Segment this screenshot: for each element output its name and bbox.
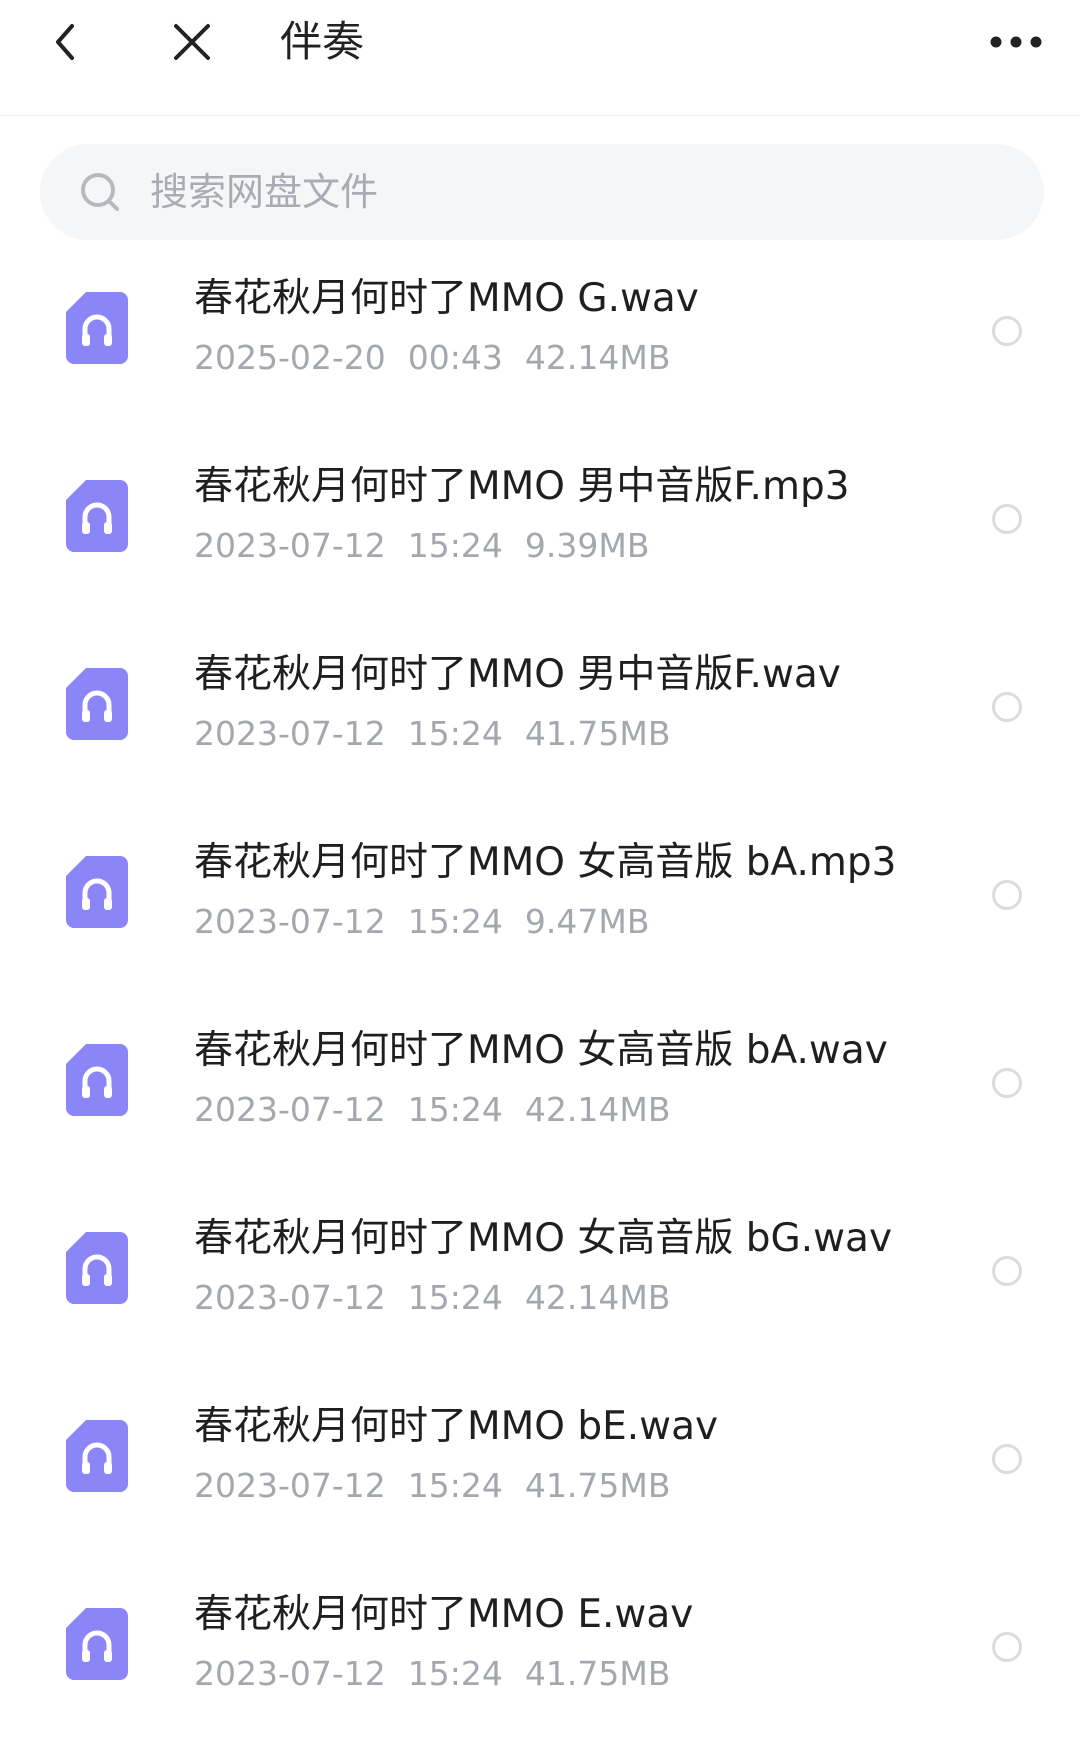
file-name: 春花秋月何时了MMO 女高音版 bA.mp3 [194, 840, 897, 885]
file-meta: 2023-07-12 15:24 41.75MB [194, 1464, 692, 1508]
audio-file-icon [66, 1608, 128, 1680]
file-date: 2023-07-12 [194, 714, 386, 753]
audio-file-icon [66, 1420, 128, 1492]
audio-file-icon [66, 856, 128, 928]
file-date: 2023-07-12 [194, 1090, 386, 1129]
file-list: 春花秋月何时了MMO G.wav 2025-02-20 00:43 42.14MB … [0, 240, 1080, 1744]
file-name: 春花秋月何时了MMO 女高音版 bG.wav [194, 1216, 893, 1261]
file-row[interactable]: 春花秋月何时了MMO 男中音版F.mp3 2023-07-12 15:24 9.39… [0, 428, 1080, 616]
file-name: 春花秋月何时了MMO G.wav [194, 276, 699, 321]
file-size: 42.14MB [524, 1090, 671, 1129]
file-name: 春花秋月何时了MMO 男中音版F.wav [194, 652, 841, 697]
file-meta: 2023-07-12 15:24 9.47MB [194, 900, 671, 944]
file-row[interactable]: 春花秋月何时了MMO E.wav 2023-07-12 15:24 41.75MB [0, 1556, 1080, 1744]
file-time: 15:24 [407, 1090, 503, 1129]
audio-file-icon [66, 1232, 128, 1304]
more-button[interactable] [976, 6, 1056, 78]
file-row[interactable]: 春花秋月何时了MMO 女高音版 bA.mp3 2023-07-12 15:24 9.… [0, 804, 1080, 992]
file-time: 15:24 [407, 1278, 503, 1317]
select-radio[interactable] [992, 880, 1022, 910]
select-radio[interactable] [992, 1632, 1022, 1662]
file-size: 41.75MB [524, 1466, 671, 1505]
chevron-left-icon [56, 24, 74, 60]
file-meta: 2023-07-12 15:24 9.39MB [194, 524, 671, 568]
file-name: 春花秋月何时了MMO bE.wav [194, 1404, 719, 1449]
search-input[interactable] [148, 161, 972, 223]
file-meta: 2023-07-12 15:24 42.14MB [194, 1088, 692, 1132]
search-icon [78, 170, 122, 214]
file-size: 41.75MB [524, 714, 671, 753]
file-time: 15:24 [407, 902, 503, 941]
close-icon [174, 24, 210, 60]
file-name: 春花秋月何时了MMO 女高音版 bA.wav [194, 1028, 888, 1073]
audio-file-icon [66, 292, 128, 364]
select-radio[interactable] [992, 316, 1022, 346]
close-button[interactable] [156, 6, 228, 78]
file-date: 2023-07-12 [194, 1466, 386, 1505]
file-date: 2023-07-12 [194, 526, 386, 565]
file-name: 春花秋月何时了MMO 男中音版F.mp3 [194, 464, 850, 509]
file-row[interactable]: 春花秋月何时了MMO 女高音版 bG.wav 2023-07-12 15:24 42… [0, 1180, 1080, 1368]
file-name: 春花秋月何时了MMO E.wav [194, 1592, 694, 1637]
file-date: 2025-02-20 [194, 338, 386, 377]
top-bar: 伴奏 [0, 0, 1080, 116]
file-meta: 2023-07-12 15:24 41.75MB [194, 1652, 692, 1696]
file-date: 2023-07-12 [194, 902, 386, 941]
file-meta: 2023-07-12 15:24 41.75MB [194, 712, 692, 756]
file-row[interactable]: 春花秋月何时了MMO 男中音版F.wav 2023-07-12 15:24 41.7… [0, 616, 1080, 804]
file-time: 15:24 [407, 1466, 503, 1505]
file-meta: 2025-02-20 00:43 42.14MB [194, 336, 692, 380]
page-title: 伴奏 [280, 17, 365, 66]
audio-file-icon [66, 1044, 128, 1116]
file-time: 15:24 [407, 526, 503, 565]
file-size: 9.47MB [524, 902, 650, 941]
select-radio[interactable] [992, 1444, 1022, 1474]
audio-file-icon [66, 480, 128, 552]
file-row[interactable]: 春花秋月何时了MMO G.wav 2025-02-20 00:43 42.14MB [0, 240, 1080, 428]
file-size: 41.75MB [524, 1654, 671, 1693]
audio-file-icon [66, 668, 128, 740]
select-radio[interactable] [992, 692, 1022, 722]
more-dots-icon [990, 36, 1042, 48]
search-bar[interactable] [40, 144, 1044, 240]
select-radio[interactable] [992, 1068, 1022, 1098]
file-size: 42.14MB [524, 338, 671, 377]
file-date: 2023-07-12 [194, 1654, 386, 1693]
file-time: 00:43 [407, 338, 503, 377]
file-row[interactable]: 春花秋月何时了MMO 女高音版 bA.wav 2023-07-12 15:24 42… [0, 992, 1080, 1180]
file-meta: 2023-07-12 15:24 42.14MB [194, 1276, 692, 1320]
file-time: 15:24 [407, 714, 503, 753]
file-row[interactable]: 春花秋月何时了MMO bE.wav 2023-07-12 15:24 41.75MB [0, 1368, 1080, 1556]
file-size: 9.39MB [524, 526, 650, 565]
file-date: 2023-07-12 [194, 1278, 386, 1317]
select-radio[interactable] [992, 504, 1022, 534]
file-size: 42.14MB [524, 1278, 671, 1317]
file-time: 15:24 [407, 1654, 503, 1693]
select-radio[interactable] [992, 1256, 1022, 1286]
back-button[interactable] [30, 6, 102, 78]
